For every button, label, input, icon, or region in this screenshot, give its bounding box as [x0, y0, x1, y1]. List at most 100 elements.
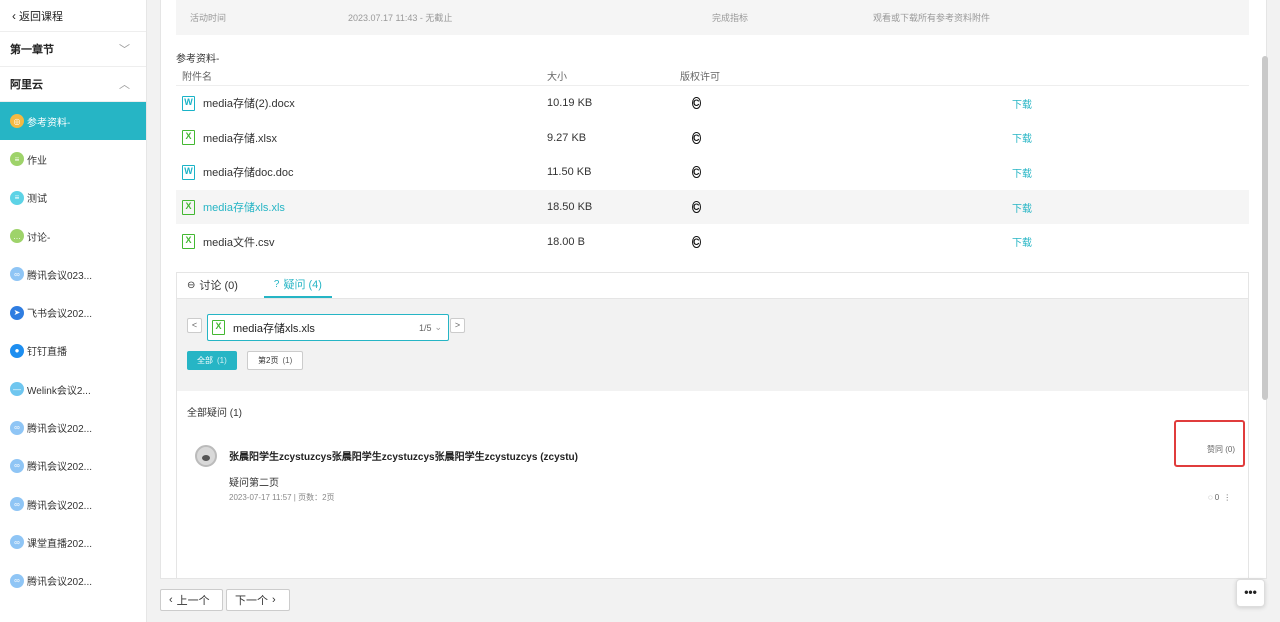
reference-icon: ◎	[10, 114, 24, 129]
back-label: 返回课程	[19, 10, 63, 23]
like-button[interactable]: 赞同 (0)	[1207, 444, 1235, 455]
sidebar-item-tencent-meeting[interactable]: ∞ 腾讯会议023...	[0, 255, 146, 293]
feishu-icon: ➤	[10, 305, 24, 320]
chapter-label: 阿里云	[10, 79, 43, 91]
dingtalk-icon: ●	[10, 343, 24, 358]
chapter-label: 第一章节	[10, 44, 54, 56]
prev-file-button[interactable]: <	[187, 318, 202, 333]
sidebar-item-tencent-meeting[interactable]: ∞ 腾讯会议202...	[0, 447, 146, 485]
sidebar-item-homework[interactable]: ≡ 作业	[0, 140, 146, 178]
table-row[interactable]: Xmedia存储xls.xls 18.50 KB C 下载	[176, 189, 1249, 225]
tencent-meeting-icon: ∞	[10, 573, 24, 588]
test-icon: ≡	[10, 190, 24, 205]
sidebar-item-tencent-meeting[interactable]: ∞ 腾讯会议202...	[0, 562, 146, 600]
file-name[interactable]: media存储doc.doc	[203, 164, 294, 180]
download-link[interactable]: 下载	[1012, 200, 1249, 215]
excel-file-icon: X	[182, 234, 195, 250]
file-select[interactable]: X media存储xls.xls 1/5 ⌄	[207, 314, 449, 341]
sidebar-item-welink-meeting[interactable]: — Welink会议2...	[0, 370, 146, 408]
selected-file-name: media存储xls.xls	[233, 322, 315, 335]
table-row[interactable]: Xmedia文件.csv 18.00 B C 下载	[176, 224, 1249, 259]
activity-info-strip: 活动时间 2023.07.17 11:43 - 无截止 完成指标 观看或下载所有…	[176, 0, 1249, 35]
download-link[interactable]: 下载	[1012, 130, 1249, 145]
chevron-right-icon: ›	[272, 594, 276, 606]
copyright-icon: C	[692, 97, 701, 110]
more-options-icon[interactable]: ⋮	[1223, 493, 1231, 502]
sidebar-item-label: 腾讯会议202...	[27, 462, 93, 474]
tab-discussion[interactable]: ⊖ 讨论 (0)	[187, 277, 248, 298]
activity-time-value: 2023.07.17 11:43 - 无截止	[348, 13, 453, 23]
copyright-icon: C	[692, 166, 701, 179]
chevron-down-icon: ⌄	[434, 322, 442, 332]
sidebar-item-tencent-meeting[interactable]: ∞ 腾讯会议202...	[0, 408, 146, 446]
sidebar-item-dingtalk-live[interactable]: ● 钉钉直播	[0, 332, 146, 370]
chapter-item[interactable]: 阿里云 ︿	[0, 67, 146, 102]
table-row[interactable]: Wmedia存储(2).docx 10.19 KB C 下载	[176, 86, 1249, 121]
file-name[interactable]: media存储.xlsx	[203, 130, 277, 146]
sidebar-item-label: 钉钉直播	[27, 347, 67, 359]
question-text: 疑问第二页	[229, 478, 279, 489]
previous-button[interactable]: ‹ 上一个	[160, 589, 223, 611]
file-size: 10.19 KB	[547, 97, 593, 110]
activity-time-label: 活动时间	[190, 13, 227, 23]
copyright-icon: C	[692, 201, 701, 214]
back-to-course-button[interactable]: ‹ 返回课程	[0, 0, 146, 32]
file-counter: 1/5	[418, 322, 432, 333]
tencent-meeting-icon: ∞	[10, 458, 24, 473]
filter-count: (1)	[282, 356, 293, 365]
file-size: 11.50 KB	[547, 166, 592, 179]
file-name[interactable]: media存储(2).docx	[203, 95, 295, 111]
next-button[interactable]: 下一个 ›	[226, 589, 290, 611]
sidebar-item-feishu-meeting[interactable]: ➤ 飞书会议202...	[0, 293, 146, 331]
sidebar-item-reference[interactable]: ◎ 参考资料-	[0, 102, 146, 141]
question-filter-area: < X media存储xls.xls 1/5 ⌄ > 全部 (1) 第2页 (1…	[177, 299, 1248, 391]
excel-file-icon: X	[182, 130, 195, 146]
scrollbar[interactable]	[1262, 0, 1268, 579]
chevron-left-icon: ‹	[12, 8, 16, 23]
file-name[interactable]: media存储xls.xls	[203, 199, 285, 215]
sidebar-item-label: Welink会议2...	[27, 385, 91, 397]
tab-questions[interactable]: ? 疑问 (4)	[263, 276, 332, 298]
word-file-icon: W	[182, 164, 195, 180]
file-name[interactable]: media文件.csv	[203, 234, 275, 250]
table-row[interactable]: Wmedia存储doc.doc 11.50 KB C 下载	[176, 155, 1249, 190]
column-header-size: 大小	[547, 72, 567, 83]
excel-file-icon: X	[212, 320, 225, 335]
completion-value: 观看或下载所有参考资料附件	[873, 13, 991, 23]
download-link[interactable]: 下载	[1012, 234, 1249, 249]
column-header-license: 版权许可	[680, 72, 720, 83]
sidebar-item-label: 腾讯会议202...	[27, 500, 93, 512]
scrollbar-thumb[interactable]	[1262, 56, 1268, 400]
sidebar-item-discussion[interactable]: … 讨论-	[0, 217, 146, 255]
next-file-button[interactable]: >	[450, 318, 465, 333]
sidebar-item-label: 飞书会议202...	[27, 309, 93, 321]
sidebar-item-live-class[interactable]: ∞ 课堂直播202...	[0, 523, 146, 561]
filter-page2-button[interactable]: 第2页 (1)	[247, 351, 304, 370]
live-class-icon: ∞	[10, 535, 24, 550]
file-size: 9.27 KB	[547, 131, 587, 144]
qa-panel: ⊖ 讨论 (0) ? 疑问 (4) < X media存储xls.xls 1/5…	[176, 272, 1249, 578]
download-link[interactable]: 下载	[1012, 165, 1249, 180]
sidebar-item-test[interactable]: ≡ 测试	[0, 179, 146, 217]
comment-icon[interactable]: ◌	[1208, 493, 1213, 502]
more-menu-button[interactable]: •••	[1236, 579, 1265, 607]
comment-icon: ⊖	[187, 279, 196, 291]
tab-label: 讨论 (0)	[199, 280, 238, 292]
download-link[interactable]: 下载	[1012, 96, 1249, 111]
sidebar-item-tencent-meeting[interactable]: ∞ 腾讯会议202...	[0, 485, 146, 523]
question-actions: ◌ 0 ⋮	[1208, 493, 1231, 502]
welink-icon: —	[10, 382, 24, 397]
table-row[interactable]: Xmedia存储.xlsx 9.27 KB C 下载	[176, 121, 1249, 156]
previous-label: 上一个	[176, 595, 210, 607]
column-header-name: 附件名	[182, 72, 212, 83]
sidebar-item-label: 测试	[27, 194, 47, 206]
tencent-meeting-icon: ∞	[10, 497, 24, 512]
chapter-item[interactable]: 第一章节 ﹀	[0, 32, 146, 67]
filter-all-button[interactable]: 全部 (1)	[187, 351, 237, 370]
question-author: 张晨阳学生zcystuzcys张晨阳学生zcystuzcys张晨阳学生zcyst…	[229, 452, 578, 463]
copyright-icon: C	[692, 235, 701, 248]
copyright-icon: C	[692, 131, 701, 144]
discussion-icon: …	[10, 229, 24, 244]
all-questions-label: 全部疑问 (1)	[187, 408, 242, 419]
file-size: 18.00 B	[547, 235, 585, 248]
